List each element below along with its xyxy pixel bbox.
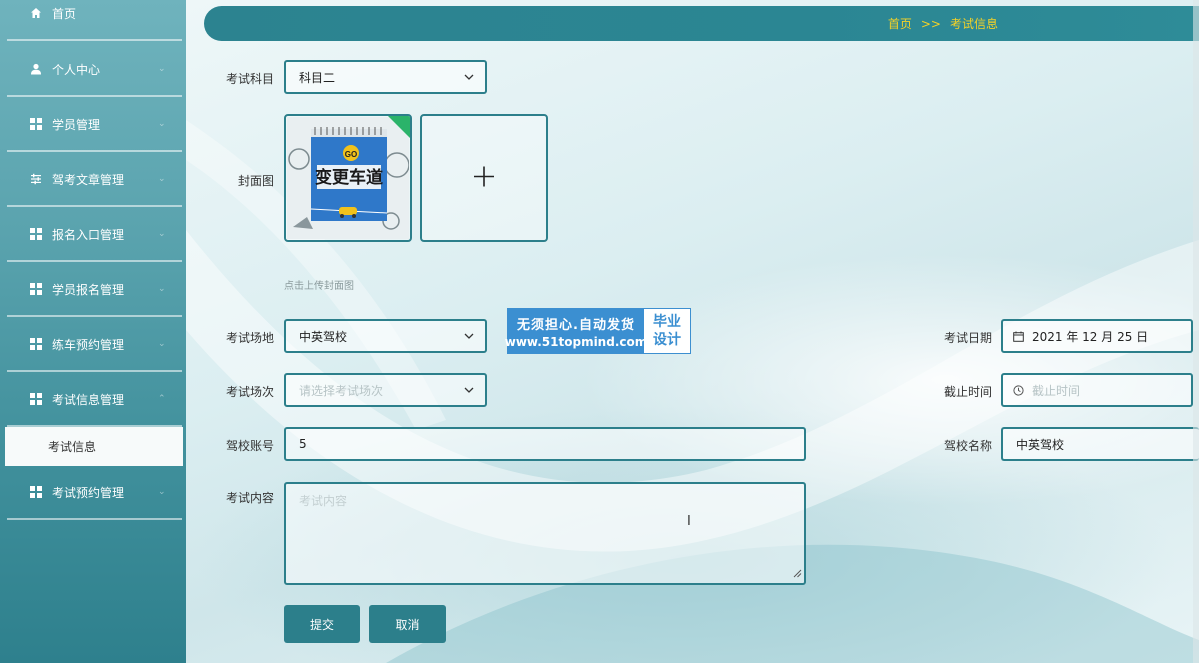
exam-date-value: 2021 年 12 月 25 日 [1032,329,1149,344]
breadcrumb-home-link[interactable]: 首页 [888,15,912,32]
grid-icon [29,227,43,241]
submit-button[interactable]: 提交 [284,605,360,643]
session-placeholder: 请选择考试场次 [299,383,384,398]
sidebar-item-practice-booking[interactable]: 练车预约管理 ⌄ [7,318,182,372]
breadcrumb: 首页 >> 考试信息 [204,6,1199,41]
upload-add-button[interactable] [420,114,548,242]
sidebar-item-label: 考试预约管理 [52,485,125,500]
sliders-icon [29,172,43,186]
school-name-value: 中英驾校 [1016,437,1065,452]
sidebar-item-label: 报名入口管理 [52,227,125,242]
watermark-line1: 无须担心.自动发货 [517,317,635,333]
sidebar-item-label: 学员报名管理 [52,282,125,297]
account-label: 驾校账号 [225,439,274,453]
sidebar-item-label: 考试信息管理 [52,392,125,407]
cover-image-badge: GO [345,150,357,159]
text-cursor-icon: I [687,514,691,529]
breadcrumb-separator: >> [920,16,941,31]
account-input[interactable]: 5 [284,427,806,461]
sidebar-item-exam-info-management[interactable]: 考试信息管理 ⌃ [7,373,182,427]
sidebar-item-label: 驾考文章管理 [52,172,125,187]
account-value: 5 [299,437,307,451]
chevron-down-icon [462,333,476,339]
deadline-picker[interactable]: 截止时间 [1001,373,1193,407]
sidebar-item-article-management[interactable]: 驾考文章管理 ⌄ [7,153,182,207]
session-select[interactable]: 请选择考试场次 [284,373,487,407]
chevron-down-icon: ⌄ [158,487,166,497]
chevron-down-icon: ⌄ [158,229,166,239]
sidebar-item-exam-booking[interactable]: 考试预约管理 ⌄ [7,466,182,520]
chevron-down-icon: ⌄ [158,284,166,294]
chevron-down-icon: ⌄ [158,339,166,349]
clock-icon [1012,384,1024,396]
sidebar: 首页 个人中心 ⌄ 学员管理 ⌄ 驾考文章管理 ⌄ 报名入口管理 ⌄ 学员报名管… [0,0,186,663]
content-textarea[interactable]: 考试内容 [284,482,806,585]
school-name-label: 驾校名称 [943,439,992,453]
chevron-down-icon [462,387,476,393]
venue-label: 考试场地 [225,331,274,345]
plus-icon [473,166,495,191]
sidebar-item-student-management[interactable]: 学员管理 ⌄ [7,98,182,152]
sidebar-item-home[interactable]: 首页 [7,0,182,41]
chevron-down-icon: ⌄ [158,64,166,74]
subject-select[interactable]: 科目二 [284,60,487,94]
cover-label: 封面图 [237,174,274,188]
sidebar-item-student-registration[interactable]: 学员报名管理 ⌄ [7,263,182,317]
watermark-badge1: 毕业 [653,314,681,330]
scrollbar[interactable] [1193,0,1199,663]
sidebar-item-label: 学员管理 [52,117,101,132]
grid-icon [29,337,43,351]
sidebar-item-label: 首页 [52,6,77,21]
chevron-down-icon [462,74,476,80]
user-icon [29,62,43,76]
chevron-down-icon: ⌄ [158,174,166,184]
deadline-label: 截止时间 [943,385,992,399]
resize-handle-icon[interactable] [792,567,802,581]
school-name-input[interactable]: 中英驾校 [1001,427,1199,461]
cover-upload-hint: 点击上传封面图 [284,281,354,292]
subject-label: 考试科目 [225,72,274,86]
calendar-icon [1012,330,1024,342]
watermark-badge2: 设计 [653,332,681,348]
sidebar-subitem-exam-info[interactable]: 考试信息 [5,427,183,466]
cancel-button[interactable]: 取消 [369,605,446,643]
deadline-placeholder: 截止时间 [1032,383,1081,398]
cover-image-preview[interactable]: GO 变更车道 [284,114,412,242]
chevron-down-icon: ⌄ [158,119,166,129]
grid-icon [29,485,43,499]
sidebar-item-personal-center[interactable]: 个人中心 ⌄ [7,43,182,97]
watermark-line2: www.51topmind.com [504,334,648,349]
watermark-banner: 无须担心.自动发货 www.51topmind.com 毕业 设计 [504,308,691,354]
check-icon [387,116,410,139]
content-label: 考试内容 [225,491,274,505]
grid-icon [29,392,43,406]
sidebar-item-registration-entry[interactable]: 报名入口管理 ⌄ [7,208,182,262]
cover-image-title: 变更车道 [315,167,383,188]
subject-value: 科目二 [299,70,336,85]
chevron-up-icon: ⌃ [158,394,166,404]
grid-icon [29,117,43,131]
breadcrumb-current: 考试信息 [949,17,998,31]
session-label: 考试场次 [225,385,274,399]
sidebar-item-label: 练车预约管理 [52,337,125,352]
grid-icon [29,282,43,296]
sidebar-item-label: 个人中心 [52,62,101,77]
venue-select[interactable]: 中英驾校 [284,319,487,353]
home-icon [29,6,43,20]
exam-date-label: 考试日期 [943,331,992,345]
main-content: 首页 >> 考试信息 考试科目 科目二 封面图 GO 变更车道 点击上传封面图 … [186,0,1199,663]
venue-value: 中英驾校 [299,329,348,344]
content-placeholder: 考试内容 [299,494,348,508]
exam-date-picker[interactable]: 2021 年 12 月 25 日 [1001,319,1193,353]
